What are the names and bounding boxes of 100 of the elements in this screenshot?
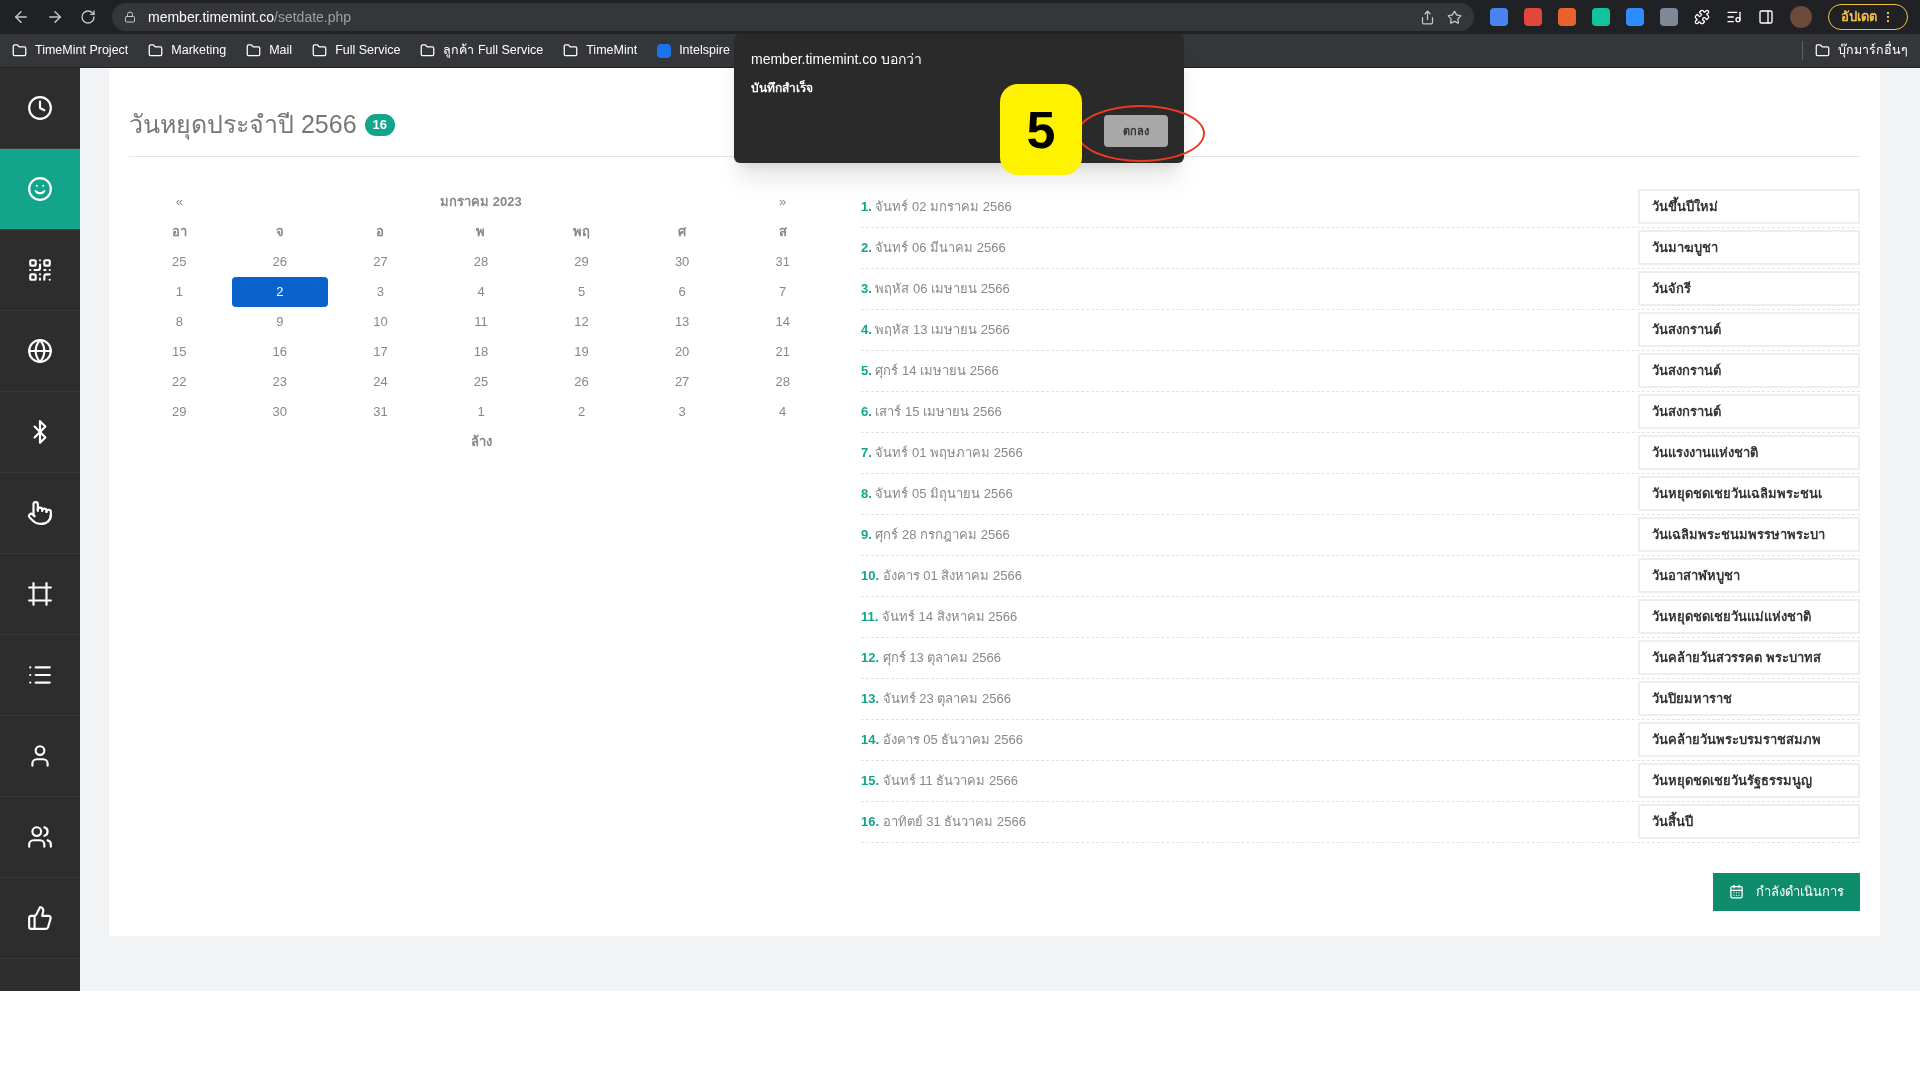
calendar-day[interactable]: 28 xyxy=(465,246,497,277)
other-bookmarks[interactable]: บุ๊กมาร์กอื่นๆ xyxy=(1802,41,1908,60)
bookmark[interactable]: TimeMint xyxy=(563,41,638,60)
media-icon[interactable] xyxy=(1726,9,1742,25)
extensions-icon[interactable] xyxy=(1694,9,1710,25)
calendar-day[interactable]: 4 xyxy=(469,276,493,307)
window-extension-icon[interactable] xyxy=(1660,8,1678,26)
bookmark[interactable]: ลูกค้า Full Service xyxy=(420,41,544,60)
holiday-name-field[interactable]: วันสิ้นปี xyxy=(1638,804,1860,839)
calendar-day[interactable]: 28 xyxy=(767,366,798,397)
lock-icon xyxy=(124,11,136,23)
holiday-name-field[interactable]: วันคล้ายวันสวรรคต พระบาทส xyxy=(1638,640,1860,675)
bookmark[interactable]: Intelspire xyxy=(657,41,730,60)
calendar-day[interactable]: 18 xyxy=(465,336,497,367)
calendar-day[interactable]: 1 xyxy=(469,396,493,427)
calendar-day[interactable]: 31 xyxy=(365,396,396,427)
calendar-day[interactable]: 27 xyxy=(666,366,698,397)
submit-button[interactable]: กำลังดำเนินการ xyxy=(1713,872,1860,911)
calendar-day[interactable]: 16 xyxy=(264,336,296,367)
star-icon[interactable] xyxy=(1447,9,1462,25)
next-month-button[interactable]: » xyxy=(732,186,833,217)
folder-icon xyxy=(420,43,436,58)
holiday-name-field[interactable]: วันหยุดชดเชยวันแม่แห่งชาติ xyxy=(1638,599,1860,634)
weekday-label: อ xyxy=(375,222,386,241)
calendar-day[interactable]: 29 xyxy=(164,396,195,427)
clear-button[interactable]: ล้าง xyxy=(470,426,492,457)
calendar-day[interactable]: 9 xyxy=(268,306,292,337)
calendar-day[interactable]: 23 xyxy=(264,366,296,397)
bookmark[interactable]: Full Service xyxy=(312,41,401,60)
calendar-day[interactable]: 26 xyxy=(264,246,296,277)
bookmark[interactable]: Mail xyxy=(246,41,293,60)
bookmark[interactable]: Marketing xyxy=(148,41,227,60)
calendar-day[interactable]: 15 xyxy=(164,336,195,367)
calendar-day[interactable]: 24 xyxy=(365,366,396,397)
calendar-day[interactable]: 8 xyxy=(167,306,191,337)
previous-month-button[interactable]: « xyxy=(129,186,230,217)
translate-extension-icon[interactable] xyxy=(1490,8,1508,26)
calendar-day[interactable]: 11 xyxy=(466,306,496,337)
calendar-day[interactable]: 5 xyxy=(569,276,594,307)
todo-extension-icon[interactable] xyxy=(1524,8,1542,26)
calendar-day[interactable]: 30 xyxy=(264,396,296,427)
dialog-origin: member.timemint.co บอกว่า xyxy=(751,50,922,69)
calendar-day[interactable]: 2 xyxy=(569,396,594,427)
bookmark[interactable]: TimeMint Project xyxy=(12,41,129,60)
calendar-day[interactable]: 12 xyxy=(566,306,597,337)
weekday-label: อา xyxy=(170,222,188,241)
holiday-name-field[interactable]: วันปิยมหาราช xyxy=(1638,681,1860,716)
holiday-name-field[interactable]: วันหยุดชดเชยวันเฉลิมพระชนเ xyxy=(1638,476,1860,511)
calendar-day[interactable]: 31 xyxy=(767,246,798,277)
address-bar[interactable]: member.timemint.co/setdate.php xyxy=(112,3,1474,31)
calendar-day[interactable]: 29 xyxy=(566,246,597,277)
calendar-day[interactable]: 21 xyxy=(767,336,798,367)
forward-icon[interactable] xyxy=(46,8,64,26)
calendar-day[interactable]: 2 xyxy=(231,276,329,307)
holiday-name-field[interactable]: วันหยุดชดเชยวันรัฐธรรมนูญ xyxy=(1638,763,1860,798)
holiday-name-field[interactable]: วันแรงงานแห่งชาติ xyxy=(1638,435,1860,470)
calendar-day[interactable]: 1 xyxy=(167,276,191,307)
holiday-name-field[interactable]: วันสงกรานต์ xyxy=(1638,394,1860,429)
calendar-day[interactable]: 25 xyxy=(465,366,497,397)
calendar-day[interactable]: 3 xyxy=(368,276,393,307)
holiday-name-field[interactable]: วันขึ้นปีใหม่ xyxy=(1638,189,1860,224)
calendar-day[interactable]: 3 xyxy=(670,396,694,427)
calendar-day[interactable]: 22 xyxy=(164,366,195,397)
holiday-name-field[interactable]: วันสงกรานต์ xyxy=(1638,353,1860,388)
calendar-day[interactable]: 13 xyxy=(666,306,698,337)
step-badge: 5 xyxy=(1000,84,1082,175)
calendar-day[interactable]: 25 xyxy=(164,246,195,277)
share-icon[interactable] xyxy=(1420,9,1435,25)
holiday-name-field[interactable]: วันคล้ายวันพระบรมราชสมภพ xyxy=(1638,722,1860,757)
calendar-day[interactable]: 4 xyxy=(771,396,795,427)
b-extension-icon[interactable] xyxy=(1558,8,1576,26)
holiday-name-field[interactable]: วันจักรี xyxy=(1638,271,1860,306)
back-icon[interactable] xyxy=(12,8,30,26)
calendar-day[interactable]: 17 xyxy=(365,336,396,367)
side-panel-icon[interactable] xyxy=(1758,9,1774,25)
folder-icon xyxy=(12,43,27,58)
holiday-date: 14. อังคาร 05 ธันวาคม 2566 xyxy=(861,730,1024,749)
folder-icon xyxy=(312,43,328,58)
holiday-name-field[interactable]: วันเฉลิมพระชนมพรรษาพระบา xyxy=(1638,517,1860,552)
calendar-day[interactable]: 27 xyxy=(365,246,396,277)
calendar-day[interactable]: 6 xyxy=(670,276,694,307)
reload-icon[interactable] xyxy=(80,9,96,25)
calendar-day[interactable]: 30 xyxy=(666,246,698,277)
holiday-name-field[interactable]: วันอาสาฬหบูชา xyxy=(1638,558,1860,593)
calendar-day[interactable]: 7 xyxy=(771,276,795,307)
calendar-day[interactable]: 14 xyxy=(767,306,798,337)
holiday-name-field[interactable]: วันมาฆบูชา xyxy=(1638,230,1860,265)
ok-button[interactable]: ตกลง xyxy=(1104,115,1168,147)
square-logo-icon xyxy=(657,43,672,58)
calendar-day[interactable]: 19 xyxy=(566,336,597,367)
month-label[interactable]: มกราคม 2023 xyxy=(229,186,733,217)
globe-icon xyxy=(27,338,53,364)
holiday-name-field[interactable]: วันสงกรานต์ xyxy=(1638,312,1860,347)
calendar-day[interactable]: 10 xyxy=(365,306,396,337)
calendar-day[interactable]: 20 xyxy=(666,336,698,367)
grammar-extension-icon[interactable] xyxy=(1592,8,1610,26)
folder-icon xyxy=(563,43,579,58)
clock-icon xyxy=(27,95,53,121)
video-extension-icon[interactable] xyxy=(1626,8,1644,26)
calendar-day[interactable]: 26 xyxy=(566,366,597,397)
